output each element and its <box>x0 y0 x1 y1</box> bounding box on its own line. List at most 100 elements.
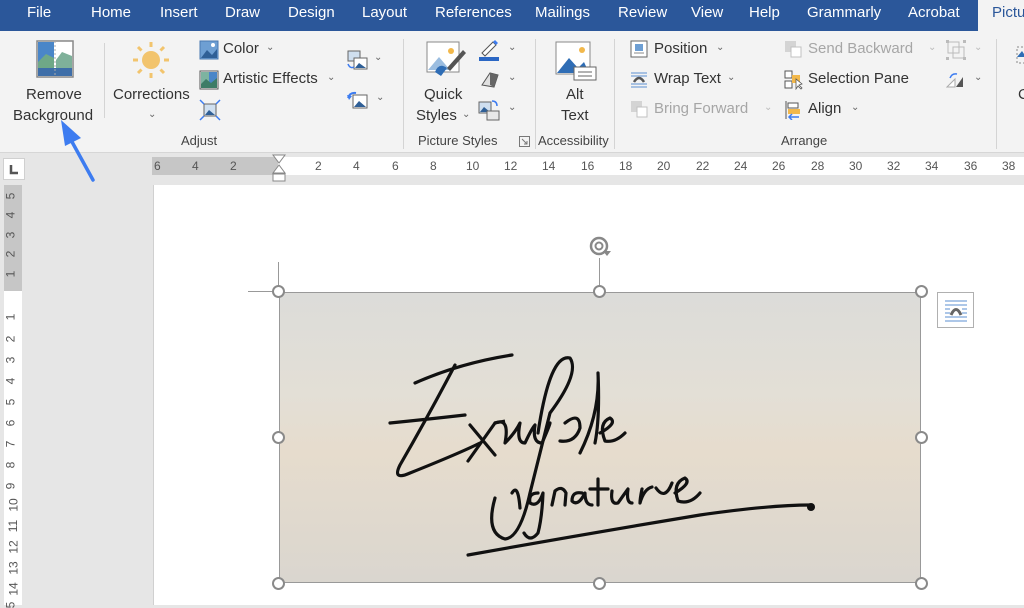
ruler-number: 9 <box>3 482 18 490</box>
ruler-number: 3 <box>3 231 18 239</box>
tab-layout[interactable]: Layout <box>362 0 407 31</box>
group-objects-button: ⌄ <box>946 39 986 61</box>
tab-design[interactable]: Design <box>288 0 335 31</box>
picture-border-button[interactable]: ⌄ <box>478 39 520 61</box>
ruler-number: 26 <box>772 159 786 173</box>
tab-file[interactable]: File <box>27 0 51 31</box>
quick-styles-label-1: Quick <box>424 86 463 103</box>
ruler-number: 14 <box>542 159 556 173</box>
reset-picture-button[interactable]: ⌄ <box>346 89 386 111</box>
tab-picture-format[interactable]: Pictu <box>978 0 1024 31</box>
remove-background-label-1: Remove <box>26 86 82 103</box>
crop-icon <box>1016 46 1024 64</box>
resize-handle-bottom-right[interactable] <box>915 577 928 590</box>
chevron-down-icon: ⌄ <box>727 72 736 83</box>
resize-handle-top-left[interactable] <box>272 285 285 298</box>
bring-forward-label: Bring Forward <box>654 100 749 117</box>
color-button[interactable]: Color ⌄ <box>199 39 279 61</box>
chevron-down-icon: ⌄ <box>508 102 517 113</box>
tab-view[interactable]: View <box>691 0 723 31</box>
send-backward-label: Send Backward <box>808 40 914 57</box>
picture-styles-group-label: Picture Styles <box>418 133 498 148</box>
tab-home[interactable]: Home <box>91 0 131 31</box>
tab-acrobat[interactable]: Acrobat <box>908 0 960 31</box>
selection-pane-button[interactable]: Selection Pane <box>784 69 914 91</box>
ruler-number: 6 <box>392 159 399 173</box>
ruler-number: 24 <box>734 159 748 173</box>
selection-pane-label: Selection Pane <box>808 70 909 87</box>
dialog-launcher-icon[interactable] <box>519 136 530 147</box>
ruler-number: 11 <box>6 519 21 533</box>
wrap-text-icon <box>631 72 647 88</box>
separator <box>104 43 105 118</box>
resize-handle-bottom[interactable] <box>593 577 606 590</box>
ruler-number: 32 <box>887 159 901 173</box>
picture-effects-icon <box>481 72 499 88</box>
quick-styles-button[interactable]: Quick Styles ⌄ <box>410 37 472 129</box>
chevron-down-icon: ⌄ <box>764 102 773 113</box>
alt-text-label-2: Text <box>561 107 589 124</box>
ruler-number: 6 <box>3 419 18 427</box>
tab-insert[interactable]: Insert <box>160 0 198 31</box>
indent-marker[interactable] <box>272 153 286 183</box>
sun-icon <box>133 42 169 78</box>
separator <box>403 39 404 149</box>
alt-text-label-1: Alt <box>566 86 584 103</box>
arrange-group-label: Arrange <box>781 133 828 148</box>
ruler-number: 4 <box>3 377 18 385</box>
color-label: Color <box>223 40 259 57</box>
tab-help[interactable]: Help <box>749 0 780 31</box>
tab-grammarly[interactable]: Grammarly <box>807 0 881 31</box>
tab-mailings[interactable]: Mailings <box>535 0 590 31</box>
ruler-number: 2 <box>3 335 18 343</box>
ruler-number: 18 <box>619 159 633 173</box>
wrap-text-button[interactable]: Wrap Text ⌄ <box>630 69 740 91</box>
ruler-number: 4 <box>353 159 360 173</box>
color-picture-icon <box>199 40 219 60</box>
adjust-group-label: Adjust <box>181 133 218 148</box>
ruler-number: 3 <box>3 356 18 364</box>
resize-handle-top-right[interactable] <box>915 285 928 298</box>
annotation-arrow-icon <box>61 120 95 182</box>
change-picture-button[interactable]: ⌄ <box>346 49 386 71</box>
layout-options-button[interactable] <box>937 292 974 328</box>
chevron-down-icon: ⌄ <box>974 72 983 83</box>
ruler-number: 30 <box>849 159 863 173</box>
position-button[interactable]: Position ⌄ <box>630 39 730 61</box>
picture-effects-button[interactable]: ⌄ <box>478 69 520 91</box>
resize-handle-left[interactable] <box>272 431 285 444</box>
resize-handle-right[interactable] <box>915 431 928 444</box>
picture-layout-button[interactable]: ⌄ <box>478 99 520 121</box>
group-objects-icon <box>946 40 966 60</box>
ruler-number: 6 <box>154 159 161 173</box>
alt-text-button[interactable]: Alt Text <box>545 37 605 129</box>
ruler-number: 34 <box>925 159 939 173</box>
crop-label-cut: C <box>1018 86 1024 103</box>
vertical-ruler[interactable]: 5 4 3 2 1 1 2 3 4 5 6 7 8 9 10 11 12 13 … <box>3 185 22 608</box>
ruler-number: 4 <box>192 159 199 173</box>
tab-selector[interactable] <box>3 158 25 180</box>
tab-draw[interactable]: Draw <box>225 0 260 31</box>
artistic-effects-button[interactable]: Artistic Effects ⌄ <box>199 69 339 91</box>
crop-button[interactable]: C <box>1012 37 1024 127</box>
chevron-down-icon: ⌄ <box>508 72 517 83</box>
remove-background-button[interactable]: Remove Background <box>5 37 101 127</box>
ruler-number: 2 <box>230 159 237 173</box>
bring-forward-button: Bring Forward ⌄ <box>630 99 778 121</box>
chevron-down-icon: ⌄ <box>327 72 336 83</box>
rotation-handle-icon[interactable] <box>587 233 613 259</box>
chevron-down-icon: ⌄ <box>462 109 471 120</box>
rotate-objects-button[interactable]: ⌄ <box>946 69 986 91</box>
resize-handle-bottom-left[interactable] <box>272 577 285 590</box>
align-label: Align <box>808 100 842 117</box>
tab-review[interactable]: Review <box>618 0 667 31</box>
compress-pictures-icon[interactable] <box>199 99 221 121</box>
ruler-number: 38 <box>1002 159 1016 173</box>
signature-picture[interactable] <box>279 292 921 583</box>
corrections-button[interactable]: Corrections ⌄ <box>110 37 194 127</box>
align-button[interactable]: Align ⌄ <box>784 99 864 121</box>
tab-references[interactable]: References <box>435 0 512 31</box>
artistic-effects-label: Artistic Effects <box>223 70 318 87</box>
resize-handle-top[interactable] <box>593 285 606 298</box>
ruler-number: 20 <box>657 159 671 173</box>
